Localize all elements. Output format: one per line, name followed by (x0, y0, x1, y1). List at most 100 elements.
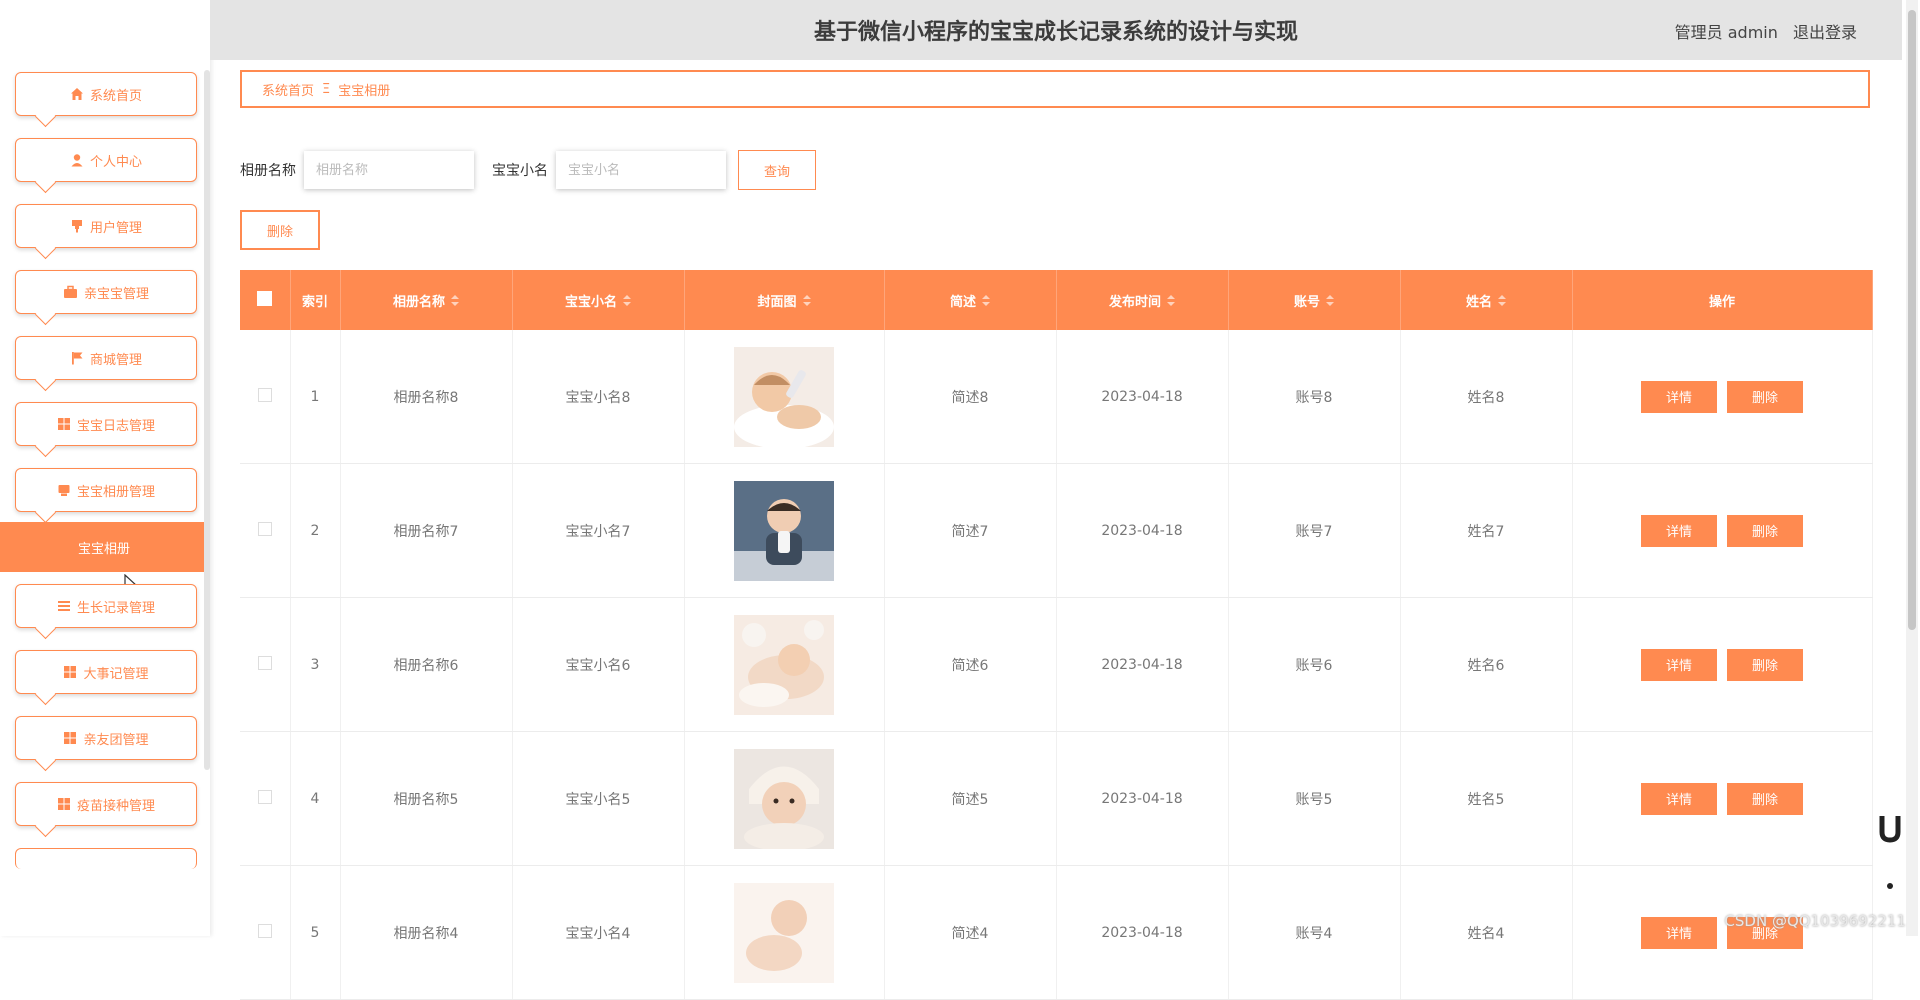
query-button[interactable]: 查询 (738, 150, 816, 190)
row-checkbox[interactable] (257, 655, 272, 670)
table-row: 4 相册名称5 宝宝小名5 简述5 2023-04-18 账号5 姓名5 详情删… (240, 731, 1873, 866)
row-checkbox[interactable] (257, 789, 272, 804)
cell-index: 2 (290, 463, 341, 598)
sidebar-item-baby[interactable]: 亲宝宝管理 (15, 270, 197, 314)
row-checkbox[interactable] (257, 923, 272, 938)
top-header: 基于微信小程序的宝宝成长记录系统的设计与实现 管理员 admin 退出登录 (210, 0, 1902, 60)
cell-account: 账号6 (1228, 597, 1401, 732)
search-bar: 相册名称 宝宝小名 查询 (240, 150, 816, 190)
sidebar-item-home[interactable]: 系统首页 (15, 72, 197, 116)
page-scrollbar[interactable] (1906, 0, 1918, 936)
cell-baby-nickname: 宝宝小名4 (512, 865, 685, 1000)
sidebar-item-album[interactable]: 宝宝相册管理 (15, 468, 197, 512)
flag-icon (70, 351, 84, 365)
select-all-checkbox[interactable] (257, 290, 273, 306)
sidebar-item-vaccine[interactable]: 疫苗接种管理 (15, 782, 197, 826)
column-header-publish-time[interactable]: 发布时间 (1056, 270, 1229, 330)
cell-album-name: 相册名称7 (340, 463, 513, 598)
cell-album-name: 相册名称5 (340, 731, 513, 866)
sort-icon[interactable] (1498, 294, 1506, 310)
sort-icon[interactable] (1167, 294, 1175, 310)
page-scrollbar-thumb[interactable] (1908, 10, 1916, 630)
column-header-actions: 操作 (1572, 270, 1873, 330)
column-header-baby-nickname[interactable]: 宝宝小名 (512, 270, 685, 330)
cell-baby-nickname: 宝宝小名8 (512, 330, 685, 464)
cell-summary: 简述8 (884, 330, 1057, 464)
cell-index: 5 (290, 865, 341, 1000)
sidebar: 系统首页 个人中心 用户管理 亲宝宝管理 商城管理 宝宝日志管理 宝宝相册管理 … (0, 0, 210, 936)
sort-icon[interactable] (451, 294, 459, 310)
sidebar-item-more[interactable] (15, 848, 197, 869)
sidebar-item-growth[interactable]: 生长记录管理 (15, 584, 197, 628)
album-name-input[interactable] (304, 151, 474, 189)
album-table: 索引 相册名称 宝宝小名 封面图 简述 发布时间 账号 姓名 操作 1 相册名称… (240, 270, 1873, 1000)
cover-image[interactable] (734, 882, 834, 983)
delete-button[interactable]: 删除 (1727, 648, 1803, 681)
cell-name: 姓名6 (1400, 597, 1573, 732)
column-header-name[interactable]: 姓名 (1400, 270, 1573, 330)
user-area: 管理员 admin 退出登录 (1665, 19, 1857, 43)
row-checkbox[interactable] (257, 387, 272, 402)
flag-pin-icon (70, 219, 84, 233)
cell-summary: 简述7 (884, 463, 1057, 598)
cover-image[interactable] (734, 480, 834, 581)
sidebar-item-diary[interactable]: 宝宝日志管理 (15, 402, 197, 446)
batch-delete-button[interactable]: 删除 (240, 210, 320, 250)
sidebar-scrollbar[interactable] (204, 70, 210, 770)
cell-album-name: 相册名称4 (340, 865, 513, 1000)
delete-button[interactable]: 删除 (1727, 514, 1803, 547)
sidebar-subitem-baby-album[interactable]: 宝宝相册 (0, 522, 210, 572)
detail-button[interactable]: 详情 (1641, 916, 1717, 949)
select-all-cell[interactable] (240, 270, 291, 330)
sort-icon[interactable] (623, 294, 631, 310)
page-title: 基于微信小程序的宝宝成长记录系统的设计与实现 (813, 20, 1298, 45)
column-header-cover[interactable]: 封面图 (684, 270, 885, 330)
cover-image[interactable] (734, 748, 834, 849)
column-header-index: 索引 (290, 270, 341, 330)
cell-publish-time: 2023-04-18 (1056, 330, 1229, 464)
cover-image[interactable] (734, 614, 834, 715)
sidebar-item-mall[interactable]: 商城管理 (15, 336, 197, 380)
logout-link[interactable]: 退出登录 (1793, 23, 1857, 42)
delete-button[interactable]: 删除 (1727, 380, 1803, 413)
column-header-album-name[interactable]: 相册名称 (340, 270, 513, 330)
cell-baby-nickname: 宝宝小名5 (512, 731, 685, 866)
detail-button[interactable]: 详情 (1641, 514, 1717, 547)
sidebar-item-events[interactable]: 大事记管理 (15, 650, 197, 694)
detail-button[interactable]: 详情 (1641, 648, 1717, 681)
home-icon (70, 87, 84, 101)
detail-button[interactable]: 详情 (1641, 380, 1717, 413)
column-header-summary[interactable]: 简述 (884, 270, 1057, 330)
sidebar-item-users[interactable]: 用户管理 (15, 204, 197, 248)
cell-summary: 简述4 (884, 865, 1057, 1000)
sort-icon[interactable] (1326, 294, 1334, 310)
user-icon (70, 153, 84, 167)
cell-summary: 简述5 (884, 731, 1057, 866)
breadcrumb-separator: Ξ (322, 81, 331, 97)
floating-helper-icon[interactable] (1878, 812, 1902, 896)
baby-nickname-input[interactable] (556, 151, 726, 189)
column-header-account[interactable]: 账号 (1228, 270, 1401, 330)
row-checkbox[interactable] (257, 521, 272, 536)
cell-publish-time: 2023-04-18 (1056, 865, 1229, 1000)
album-name-label: 相册名称 (240, 163, 296, 179)
detail-button[interactable]: 详情 (1641, 782, 1717, 815)
sidebar-item-profile[interactable]: 个人中心 (15, 138, 197, 182)
briefcase-icon (63, 285, 78, 299)
cover-image[interactable] (734, 346, 834, 447)
delete-button[interactable]: 删除 (1727, 782, 1803, 815)
cell-index: 4 (290, 731, 341, 866)
cell-index: 3 (290, 597, 341, 732)
watermark: CSDN @QQ1039692211 (1724, 912, 1906, 930)
cell-account: 账号5 (1228, 731, 1401, 866)
sort-icon[interactable] (982, 294, 990, 310)
grid-icon (57, 797, 71, 811)
list-icon (57, 599, 71, 613)
album-icon (57, 483, 71, 497)
table-row: 1 相册名称8 宝宝小名8 简述8 2023-04-18 账号8 姓名8 详情删… (240, 330, 1873, 464)
grid-icon (63, 731, 77, 745)
breadcrumb-home[interactable]: 系统首页 (262, 80, 314, 99)
sidebar-item-family[interactable]: 亲友团管理 (15, 716, 197, 760)
sort-icon[interactable] (802, 294, 811, 310)
cell-baby-nickname: 宝宝小名7 (512, 463, 685, 598)
